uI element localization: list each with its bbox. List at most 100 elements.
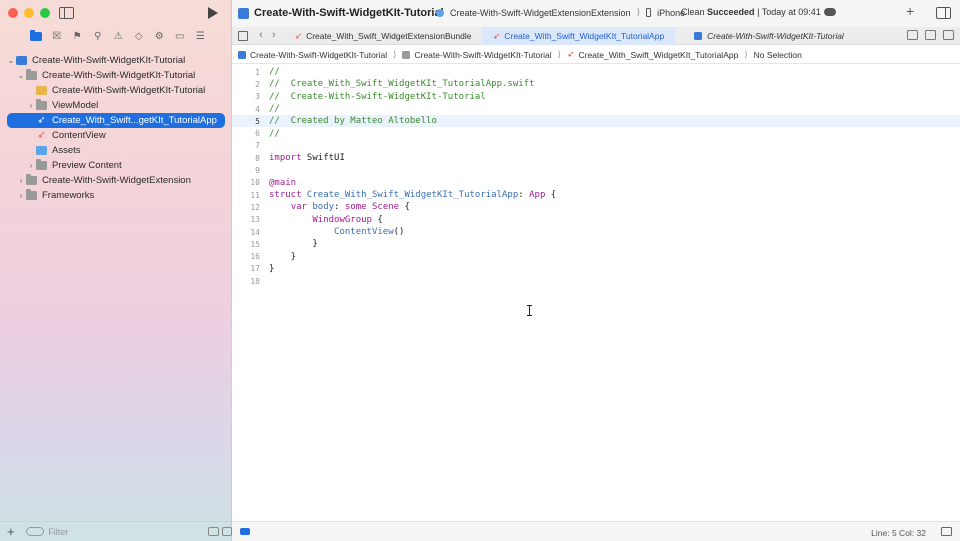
code-line: 9 — [232, 164, 960, 176]
code-line: 7 — [232, 140, 960, 152]
code-text: } — [269, 263, 275, 274]
code-line: 6 // — [232, 128, 960, 140]
minimize-window-button[interactable] — [24, 8, 34, 18]
activity-status: Clean Succeeded | Today at 09:41 — [681, 7, 821, 17]
run-button[interactable] — [208, 7, 218, 19]
tab-project[interactable]: Create-With-Swift-WidgetKIt-Tutorial — [684, 27, 854, 45]
tree-item-contentview[interactable]: ➶ ContentView — [0, 128, 232, 143]
sidebar-toggle-icon[interactable] — [59, 7, 74, 19]
chevron-right-icon[interactable]: › — [16, 176, 26, 185]
code-text: { — [371, 214, 383, 225]
line-number: 3 — [255, 92, 260, 102]
find-navigator-icon[interactable]: ⚲ — [88, 29, 109, 43]
scheme-selector[interactable]: Create-With-Swift-WidgetExtensionExtensi… — [436, 7, 685, 18]
code-line: 17 } — [232, 263, 960, 275]
source-control-navigator-icon[interactable]: ☒ — [47, 29, 68, 43]
code-text: : — [518, 190, 530, 201]
scheme-separator: ⟩ — [636, 7, 641, 17]
folder-icon — [402, 50, 411, 59]
status-prefix: Clean — [681, 7, 705, 17]
swift-file-icon: ➶ — [37, 115, 46, 126]
tree-item-widget-extension[interactable]: › Create-With-Swift-WidgetExtension — [0, 173, 232, 188]
tree-item-assets[interactable]: Assets — [0, 143, 232, 158]
tree-item-group-main[interactable]: ⌄ Create-With-Swift-WidgetKIt-Tutorial — [0, 68, 232, 83]
tree-item-label: Create_With_Swift...getKIt_TutorialApp — [52, 115, 217, 126]
code-comment: // Create-With-Swift-WidgetKIt-Tutorial — [269, 91, 486, 102]
line-number: 8 — [255, 153, 260, 163]
chevron-right-icon[interactable]: › — [16, 191, 26, 200]
code-type: WindowGroup — [312, 214, 372, 225]
debug-area-toggle-icon[interactable] — [240, 528, 250, 535]
debug-navigator-icon[interactable]: ⚙ — [149, 29, 170, 43]
breadcrumb-separator: ⟩ — [393, 49, 397, 59]
chevron-down-icon[interactable]: ⌄ — [6, 56, 16, 65]
project-icon — [16, 56, 27, 65]
code-line: 1 // — [232, 66, 960, 78]
cursor-position: Line: 5 Col: 32 — [871, 528, 926, 538]
issue-navigator-icon[interactable]: ⚠ — [108, 29, 129, 43]
code-editor[interactable]: 1 // 2 // Create_With_Swift_WidgetKIt_Tu… — [232, 65, 960, 521]
modified-files-filter-icon[interactable] — [221, 527, 232, 536]
line-number: 13 — [250, 215, 260, 225]
zoom-window-button[interactable] — [40, 8, 50, 18]
tree-item-label: Frameworks — [42, 190, 95, 201]
add-editor-icon[interactable] — [943, 30, 954, 40]
filter-field[interactable]: Filter — [26, 525, 205, 538]
chevron-right-icon[interactable]: › — [26, 161, 36, 170]
tab-label: Create-With-Swift-WidgetKIt-Tutorial — [707, 31, 844, 41]
line-number: 16 — [250, 252, 260, 262]
add-library-icon[interactable]: + — [906, 3, 914, 19]
scheme-target[interactable]: Create-With-Swift-WidgetExtensionExtensi… — [450, 8, 631, 18]
code-type-name: Create_With_Swift_WidgetKIt_TutorialApp — [301, 190, 519, 201]
chevron-down-icon[interactable]: ⌄ — [16, 71, 26, 80]
swap-icon[interactable] — [907, 30, 918, 40]
tree-item-app-file[interactable]: ➶ Create_With_Swift...getKIt_TutorialApp — [7, 113, 225, 128]
forward-icon[interactable]: › — [272, 29, 276, 41]
code-type: ContentView — [334, 227, 394, 238]
bookmark-navigator-icon[interactable]: ⚑ — [67, 29, 88, 43]
tree-item-label: ViewModel — [52, 100, 99, 111]
cloud-icon[interactable] — [824, 8, 836, 16]
test-navigator-icon[interactable]: ◇ — [129, 29, 150, 43]
tree-item-viewmodel[interactable]: › ViewModel — [0, 98, 232, 113]
breadcrumb-selection[interactable]: No Selection — [754, 50, 802, 60]
related-items-icon[interactable] — [238, 31, 248, 41]
tree-item-frameworks[interactable]: › Frameworks — [0, 188, 232, 203]
breakpoint-navigator-icon[interactable]: ▭ — [170, 29, 191, 43]
close-window-button[interactable] — [8, 8, 18, 18]
iphone-icon — [646, 8, 652, 17]
add-file-button[interactable]: + — [7, 524, 18, 539]
tab-app-file[interactable]: ➶ Create_With_Swift_WidgetKIt_TutorialAp… — [482, 27, 675, 45]
breadcrumb-file[interactable]: Create_With_Swift_WidgetKIt_TutorialApp — [578, 50, 738, 60]
breadcrumb-project[interactable]: Create-With-Swift-WidgetKIt-Tutorial — [250, 50, 387, 60]
code-keyword: var — [290, 202, 307, 213]
code-text: : — [334, 202, 345, 213]
tree-item-project[interactable]: ⌄ Create-With-Swift-WidgetKIt-Tutorial — [0, 53, 232, 68]
swift-file-icon: ➶ — [492, 30, 501, 41]
chevron-right-icon[interactable]: › — [26, 101, 36, 110]
filter-options-icon[interactable] — [26, 527, 45, 536]
line-number: 1 — [255, 67, 260, 77]
project-icon — [238, 8, 249, 19]
inspector-toggle-icon[interactable] — [936, 7, 951, 19]
code-text: { — [545, 190, 557, 201]
code-line: 8 import SwiftUI — [232, 152, 960, 164]
editor-options-icon[interactable] — [925, 30, 936, 40]
tree-item-preview-content[interactable]: › Preview Content — [0, 158, 232, 173]
project-navigator-icon[interactable] — [26, 29, 47, 43]
breadcrumb-folder[interactable]: Create-With-Swift-WidgetKIt-Tutorial — [414, 50, 551, 60]
swift-file-icon: ➶ — [294, 30, 303, 41]
report-navigator-icon[interactable]: ☰ — [190, 29, 211, 43]
panel-toggle-icon[interactable] — [941, 527, 952, 536]
tab-widget-bundle[interactable]: ➶ Create_With_Swift_WidgetExtensionBundl… — [294, 27, 472, 45]
line-number: 2 — [255, 79, 260, 89]
back-icon[interactable]: ‹ — [259, 29, 263, 41]
line-number: 15 — [250, 239, 260, 249]
breadcrumb-separator: ⟩ — [557, 49, 561, 59]
recent-files-filter-icon[interactable] — [208, 527, 219, 536]
code-keyword: some — [344, 202, 367, 213]
tree-item-entitlements[interactable]: Create-With-Swift-WidgetKIt-Tutorial — [0, 83, 232, 98]
code-text: SwiftUI — [301, 153, 345, 164]
folder-icon — [26, 69, 37, 80]
